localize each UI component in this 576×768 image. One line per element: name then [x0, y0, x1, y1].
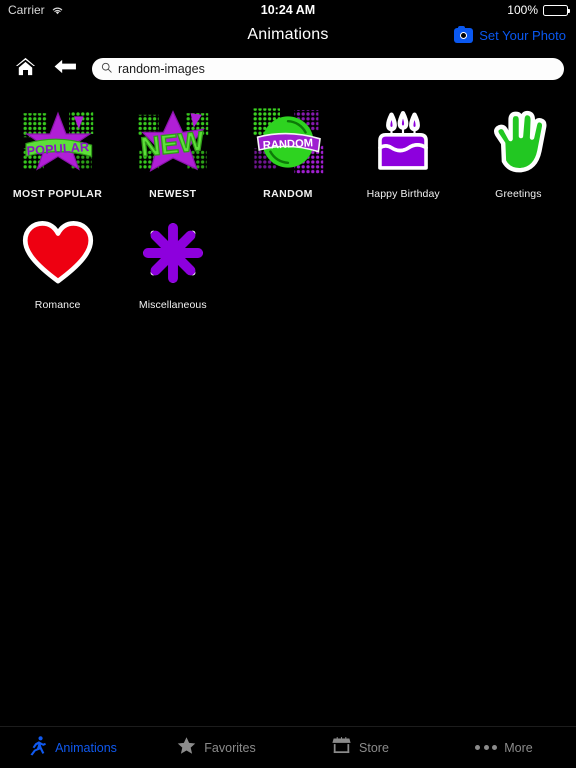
- tab-label: Store: [359, 740, 389, 755]
- category-item-newest[interactable]: NEW NEWEST: [115, 94, 230, 201]
- search-input-value: random-images: [118, 62, 205, 76]
- random-badge-art: RANDOM: [248, 102, 328, 182]
- ellipsis-icon: [475, 745, 498, 750]
- status-left-group: Carrier: [8, 3, 64, 17]
- tab-label: More: [504, 740, 533, 755]
- back-button[interactable]: [52, 56, 78, 82]
- category-item-romance[interactable]: Romance: [0, 205, 115, 312]
- search-input[interactable]: random-images: [92, 58, 564, 80]
- tab-bar: Animations Favorites Store More: [0, 726, 576, 768]
- star-icon: [176, 735, 197, 761]
- tab-label: Animations: [55, 740, 117, 755]
- back-arrow-icon: [53, 57, 78, 81]
- birthday-cake-art: [363, 102, 443, 182]
- svg-text:NEW: NEW: [139, 125, 206, 162]
- category-label: Happy Birthday: [366, 188, 440, 200]
- set-your-photo-button[interactable]: Set Your Photo: [454, 25, 576, 43]
- battery-percent-label: 100%: [507, 3, 538, 17]
- tab-store[interactable]: Store: [288, 727, 432, 768]
- new-burst-art: NEW: [133, 102, 213, 182]
- category-item-miscellaneous[interactable]: Miscellaneous: [115, 205, 230, 312]
- search-icon: [101, 60, 112, 78]
- category-grid: POPULAR MOST POPULAR NEW NEWEST RANDOM R…: [0, 86, 576, 312]
- status-bar: Carrier 10:24 AM 100%: [0, 0, 576, 20]
- category-label: MOST POPULAR: [12, 188, 103, 200]
- set-your-photo-label: Set Your Photo: [479, 27, 566, 43]
- popular-badge-art: POPULAR: [18, 102, 98, 182]
- category-label: Greetings: [495, 188, 542, 200]
- category-item-most-popular[interactable]: POPULAR MOST POPULAR: [0, 94, 115, 201]
- toolbar: random-images: [0, 52, 576, 86]
- category-item-greetings[interactable]: Greetings: [461, 94, 576, 201]
- heart-art: [18, 213, 98, 293]
- storefront-icon: [331, 735, 352, 761]
- tab-animations[interactable]: Animations: [0, 727, 144, 768]
- category-label: RANDOM: [263, 188, 313, 200]
- status-right-group: 100%: [507, 3, 570, 17]
- category-label: NEWEST: [149, 188, 197, 200]
- battery-icon: [543, 4, 570, 16]
- tab-label: Favorites: [204, 740, 256, 755]
- carrier-label: Carrier: [8, 3, 45, 17]
- home-button[interactable]: [12, 56, 38, 82]
- status-time: 10:24 AM: [260, 3, 316, 17]
- category-label: Miscellaneous: [138, 299, 207, 311]
- home-icon: [14, 55, 37, 83]
- asterisk-flower-art: [133, 213, 213, 293]
- wifi-icon: [51, 5, 64, 16]
- waving-hand-art: [478, 102, 558, 182]
- category-label: Romance: [34, 299, 81, 311]
- tab-more[interactable]: More: [432, 727, 576, 768]
- camera-icon: [454, 25, 474, 43]
- navigation-bar: Animations Set Your Photo: [0, 20, 576, 50]
- tab-favorites[interactable]: Favorites: [144, 727, 288, 768]
- category-item-random[interactable]: RANDOM RANDOM: [230, 94, 345, 201]
- category-item-happy-birthday[interactable]: Happy Birthday: [346, 94, 461, 201]
- running-person-icon: [27, 735, 48, 761]
